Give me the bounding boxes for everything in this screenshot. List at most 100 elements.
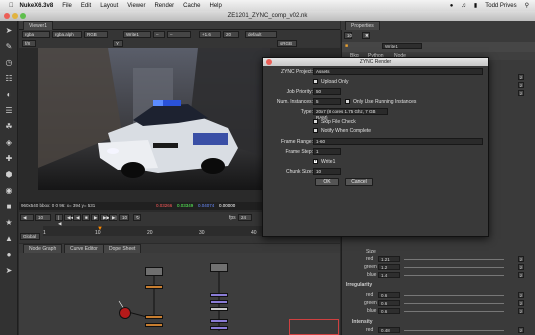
metadata-tool-icon[interactable]: ■ [3,201,15,213]
furnace-tool-icon[interactable]: ▲ [3,233,15,245]
write-node[interactable] [210,326,228,330]
irreg-green-field[interactable]: 0.6 [378,300,400,306]
node-color-icon[interactable]: ■ [345,43,348,49]
colorcorrect-node[interactable] [145,315,163,319]
keyer-tool-icon[interactable]: ☘ [3,121,15,133]
menu-cache[interactable]: Cache [183,3,200,9]
tab-curve-editor[interactable]: Curve Editor [64,244,104,253]
tab-node-graph[interactable]: Node Graph [23,244,63,253]
battery-icon[interactable]: ▮ [474,2,477,9]
merge-tool-icon[interactable]: ◈ [3,137,15,149]
close-window-button[interactable] [4,13,10,19]
wipe-dropdown[interactable]: – [153,31,165,38]
notify-checkbox[interactable] [313,128,318,133]
menu-viewer[interactable]: Viewer [127,3,145,9]
frame-step-field[interactable]: 20 [223,31,239,38]
wifi-icon[interactable]: ● [450,3,454,9]
time-tool-icon[interactable]: ◷ [3,57,15,69]
menu-render[interactable]: Render [154,3,174,9]
last-frame-button[interactable]: ▶| [109,214,117,221]
upper-spin-2[interactable]: 2 [518,82,524,88]
tab-properties[interactable]: Properties [345,21,380,30]
size-blue-field[interactable]: 1.4 [378,272,400,278]
transform-node[interactable] [210,300,228,304]
loop-button[interactable]: ↻ [133,214,141,221]
transform-tool-icon[interactable]: ✚ [3,153,15,165]
viewer-node[interactable] [119,307,131,319]
size-blue-spin[interactable]: 2 [518,272,524,278]
irreg-blue-field[interactable]: 0.6 [378,308,400,314]
node-name-field[interactable]: Write1 [382,43,422,49]
skip-check-checkbox[interactable] [313,119,318,124]
search-icon[interactable]: ⚲ [525,2,529,9]
max-panels-field[interactable]: 10 [344,32,352,39]
blur-node[interactable] [210,293,228,297]
input-b-dropdown[interactable]: – [167,31,191,38]
views-tool-icon[interactable]: ◉ [3,185,15,197]
irreg-blue-slider[interactable] [404,311,504,312]
menu-layout[interactable]: Layout [100,3,118,9]
3d-tool-icon[interactable]: ⬢ [3,169,15,181]
menu-file[interactable]: File [62,3,72,9]
priority-field[interactable]: 50 [313,88,341,95]
filter-tool-icon[interactable]: ☰ [3,105,15,117]
irreg-red-spin[interactable]: 2 [518,292,524,298]
gamma-field[interactable]: Y [113,40,123,47]
minimize-window-button[interactable] [12,13,18,19]
irreg-green-slider[interactable] [404,303,504,304]
play-forward-button[interactable]: ▶ [91,214,99,221]
user-name[interactable]: Todd Prives [485,3,516,9]
prev-key-button[interactable]: ◀◀ [64,214,74,221]
zync-tool-icon[interactable]: ➤ [3,265,15,277]
intensity-red-slider[interactable] [404,330,504,331]
display-dropdown[interactable]: sRGB [277,40,297,47]
channels-dropdown[interactable]: rgba [22,31,50,38]
irreg-blue-spin[interactable]: 2 [518,308,524,314]
cancel-button[interactable]: Cancel [345,178,373,186]
instances-field[interactable]: 5 [313,98,341,105]
project-dropdown[interactable]: Assets [313,68,483,75]
playhead-marker[interactable]: ▼ [97,226,103,232]
tab-viewer1[interactable]: Viewer1 [23,21,53,30]
size-red-field[interactable]: 1.21 [378,256,400,262]
dialog-close-button[interactable] [266,59,272,65]
first-frame-button[interactable]: |◀ [55,214,63,226]
read-node-thumb-b[interactable] [210,263,228,272]
frame-field[interactable]: 10 [35,214,51,221]
irreg-green-spin[interactable]: 2 [518,300,524,306]
size-green-spin[interactable]: 2 [518,264,524,270]
ofx-tool-icon[interactable]: ● [3,249,15,261]
colorspace-dropdown[interactable]: RGB [84,31,108,38]
zoom-dropdown[interactable]: +1.6 [199,31,221,38]
menu-help[interactable]: Help [210,3,222,9]
read-node-thumb-a[interactable] [145,267,163,276]
upper-spin-3[interactable]: 2 [518,90,524,96]
apple-icon[interactable]:  [9,3,14,9]
menu-edit[interactable]: Edit [81,3,91,9]
alpha-dropdown[interactable]: rgba.alph [52,31,82,38]
grade-node[interactable] [145,285,163,289]
irreg-red-slider[interactable] [404,295,504,296]
upper-spin-1[interactable]: 2 [518,74,524,80]
channel-tool-icon[interactable]: ☷ [3,73,15,85]
lensflare-node[interactable] [145,323,163,327]
other-tool-icon[interactable]: ★ [3,217,15,229]
irreg-red-field[interactable]: 0.6 [378,292,400,298]
node-graph-canvas[interactable] [19,253,340,335]
minimap-panel[interactable] [289,319,339,335]
frame-step-field[interactable]: 1 [313,148,341,155]
size-blue-slider[interactable] [404,275,504,276]
defocus-node[interactable] [210,319,228,323]
clear-panels-button[interactable]: ✖ [362,32,370,39]
in-point-field[interactable]: ◀ [20,214,34,221]
increment-field[interactable]: 10 [119,214,129,221]
frame-slider[interactable]: 1 10 20 30 40 ▼ [43,226,263,236]
zoom-window-button[interactable] [20,13,26,19]
gain-field[interactable]: f/8 [22,40,36,47]
frame-range-field[interactable]: 1-60 [313,138,483,145]
lut-dropdown[interactable]: default [245,31,277,38]
global-dropdown[interactable]: Global [20,233,40,240]
ok-button[interactable]: OK [315,178,339,186]
app-menu[interactable]: NukeX6.3v8 [20,3,54,9]
draw-tool-icon[interactable]: ✎ [3,41,15,53]
